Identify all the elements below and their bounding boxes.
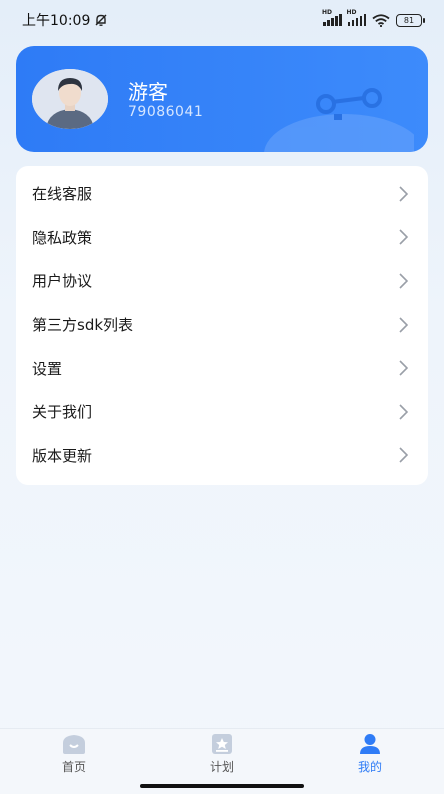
home-indicator[interactable] — [140, 784, 304, 788]
menu-item-label: 隐私政策 — [32, 228, 93, 247]
menu-item-label: 设置 — [32, 359, 63, 378]
settings-menu: 在线客服 隐私政策 用户协议 第三方sdk列表 设置 关于我们 版本更新 — [16, 166, 428, 485]
signal-hd-label-2: HD — [346, 9, 357, 16]
menu-item-label: 版本更新 — [32, 446, 93, 465]
menu-item-customer-service[interactable]: 在线客服 — [16, 172, 428, 216]
mute-bell-icon — [95, 14, 107, 26]
battery-icon: 81 — [396, 13, 425, 27]
menu-item-privacy-policy[interactable]: 隐私政策 — [16, 216, 428, 260]
tab-label: 首页 — [61, 760, 86, 774]
menu-item-label: 在线客服 — [32, 185, 93, 204]
menu-item-version-update[interactable]: 版本更新 — [16, 434, 428, 478]
menu-item-user-agreement[interactable]: 用户协议 — [16, 259, 428, 303]
chevron-right-icon — [399, 360, 408, 376]
plan-icon — [212, 734, 232, 754]
profile-icon — [360, 734, 380, 754]
status-time: 上午10:09 — [22, 13, 91, 29]
chevron-right-icon — [399, 404, 408, 420]
avatar[interactable] — [32, 69, 108, 129]
status-right: HD HD 81 — [322, 9, 425, 27]
chevron-right-icon — [399, 447, 408, 463]
home-icon — [63, 735, 85, 754]
avatar-person-icon — [32, 69, 108, 129]
menu-item-label: 关于我们 — [32, 403, 93, 422]
chevron-right-icon — [399, 229, 408, 245]
tab-home[interactable]: 首页 — [34, 733, 114, 794]
wifi-icon — [372, 13, 390, 27]
menu-item-label: 用户协议 — [32, 272, 93, 291]
menu-item-about-us[interactable]: 关于我们 — [16, 390, 428, 434]
signal-icon: HD — [322, 9, 342, 26]
user-id: 79086041 — [128, 104, 204, 120]
tab-profile[interactable]: 我的 — [330, 733, 410, 794]
signal-hd-label: HD — [322, 9, 333, 16]
signal-icon-2: HD — [347, 9, 366, 26]
tab-label: 我的 — [357, 760, 382, 774]
chevron-right-icon — [399, 317, 408, 333]
chevron-right-icon — [399, 186, 408, 202]
status-left: 上午10:09 — [22, 10, 108, 30]
menu-item-sdk-list[interactable]: 第三方sdk列表 — [16, 303, 428, 347]
chevron-right-icon — [399, 273, 408, 289]
menu-item-label: 第三方sdk列表 — [32, 316, 134, 335]
user-name: 游客 — [128, 80, 168, 104]
menu-item-settings[interactable]: 设置 — [16, 346, 428, 390]
status-bar: 上午10:09 HD HD 81 — [0, 0, 444, 40]
profile-card[interactable]: 游客 79086041 — [16, 46, 428, 152]
tab-label: 计划 — [209, 760, 234, 774]
decorative-illustration-icon — [264, 88, 414, 152]
